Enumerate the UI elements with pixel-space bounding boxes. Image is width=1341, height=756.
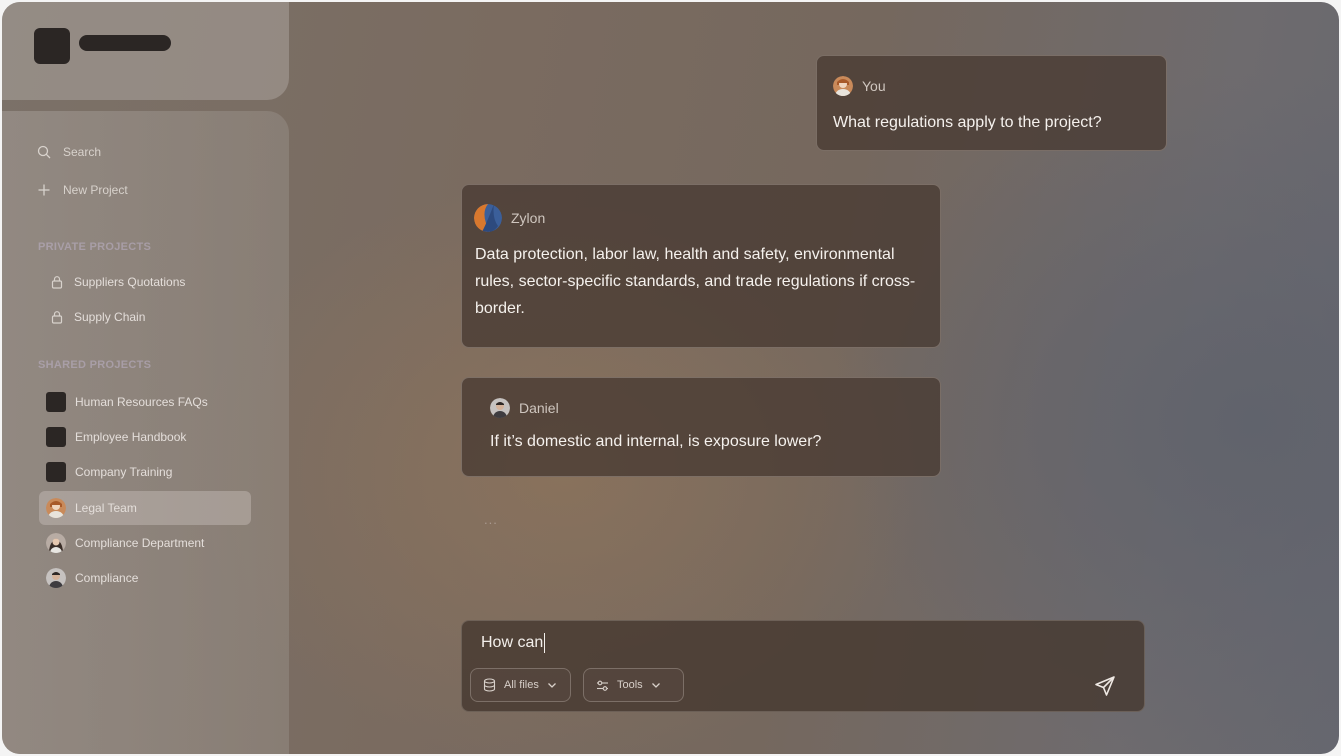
sidebar-item-label: Employee Handbook: [75, 430, 187, 444]
search-icon: [37, 145, 51, 159]
plus-icon: [37, 183, 51, 197]
sidebar-search[interactable]: Search: [37, 141, 101, 163]
message-header: You: [833, 76, 886, 96]
sidebar-item-company-training[interactable]: Company Training: [39, 455, 251, 489]
private-projects-heading: PRIVATE PROJECTS: [38, 241, 152, 253]
lock-icon: [50, 275, 64, 289]
sidebar-item-legal-team[interactable]: Legal Team: [39, 491, 251, 525]
message-text: What regulations apply to the project?: [833, 114, 1102, 131]
message-bubble-user: You What regulations apply to the projec…: [816, 55, 1167, 151]
avatar: [46, 568, 66, 588]
lock-icon: [50, 310, 64, 324]
typing-indicator: ...: [484, 512, 498, 527]
sidebar-item-label: Compliance: [75, 571, 139, 585]
sidebar-item-label: Legal Team: [75, 501, 137, 515]
app-name-placeholder: [79, 35, 171, 51]
sidebar-item-label: Company Training: [75, 465, 173, 479]
sidebar-item-label: Supply Chain: [74, 310, 146, 324]
sidebar-item-label: Compliance Department: [75, 536, 205, 550]
project-thumbnail: [46, 462, 66, 482]
files-filter-dropdown[interactable]: All files: [470, 668, 571, 702]
message-header: Daniel: [490, 398, 559, 418]
new-project-button[interactable]: New Project: [37, 179, 128, 201]
chevron-down-icon: [651, 680, 661, 690]
sidebar-item-human-resources-faqs[interactable]: Human Resources FAQs: [39, 385, 251, 419]
avatar: [46, 498, 66, 518]
message-text: Data protection, labor law, health and s…: [475, 246, 916, 317]
app-logo[interactable]: [34, 28, 70, 64]
message-author: You: [862, 78, 886, 94]
files-filter-label: All files: [504, 679, 539, 691]
project-thumbnail: [46, 392, 66, 412]
project-thumbnail: [46, 427, 66, 447]
tools-label: Tools: [617, 679, 643, 691]
message-composer: How can All files Tools: [461, 620, 1145, 712]
shared-projects-heading: SHARED PROJECTS: [38, 359, 152, 371]
brand-panel: [2, 2, 289, 100]
app-window: Search New Project PRIVATE PROJECTS Supp…: [2, 2, 1339, 754]
sidebar-item-compliance-department[interactable]: Compliance Department: [39, 526, 251, 560]
message-bubble-member: Daniel If it’s domestic and internal, is…: [461, 377, 941, 477]
zylon-avatar-icon: [474, 204, 502, 232]
message-bubble-assistant: Zylon Data protection, labor law, health…: [461, 184, 941, 348]
search-label: Search: [63, 145, 102, 159]
sidebar-item-label: Human Resources FAQs: [75, 395, 208, 409]
avatar: [833, 76, 853, 96]
sidebar-item-compliance[interactable]: Compliance: [39, 561, 251, 595]
avatar: [46, 533, 66, 553]
text-caret: [544, 633, 546, 653]
sidebar-item-label: Suppliers Quotations: [74, 275, 186, 289]
chevron-down-icon: [547, 680, 557, 690]
message-input-value: How can: [481, 634, 544, 651]
tools-dropdown[interactable]: Tools: [583, 668, 684, 702]
new-project-label: New Project: [63, 183, 128, 197]
sidebar-item-suppliers-quotations[interactable]: Suppliers Quotations: [39, 265, 251, 299]
send-button[interactable]: [1093, 674, 1117, 698]
sidebar-item-employee-handbook[interactable]: Employee Handbook: [39, 420, 251, 454]
message-input[interactable]: How can: [481, 633, 546, 653]
database-icon: [483, 678, 496, 692]
message-header: Zylon: [474, 204, 545, 232]
avatar: [490, 398, 510, 418]
sliders-icon: [596, 679, 609, 692]
send-icon: [1095, 676, 1115, 696]
message-text: If it’s domestic and internal, is exposu…: [490, 433, 822, 450]
message-author: Zylon: [511, 210, 546, 226]
sidebar-item-supply-chain[interactable]: Supply Chain: [39, 300, 251, 334]
message-author: Daniel: [519, 400, 559, 416]
